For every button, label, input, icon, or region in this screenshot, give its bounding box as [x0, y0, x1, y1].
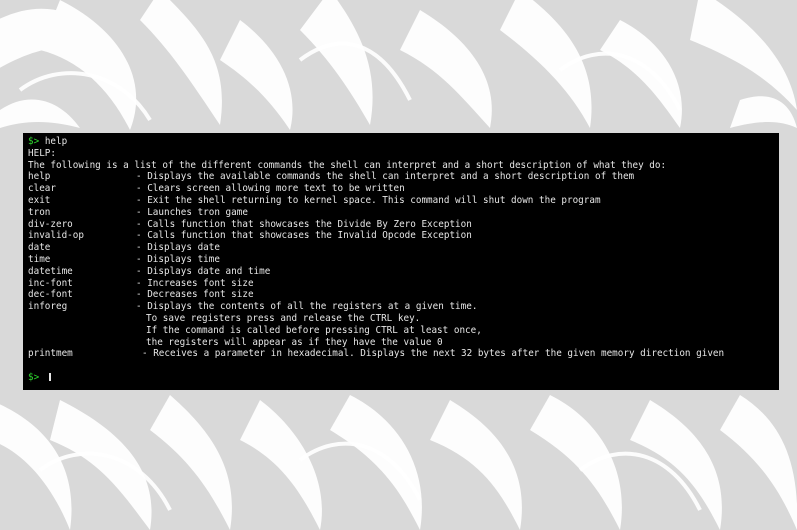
command-name: dec-font	[28, 289, 73, 301]
help-entry-help: help - Displays the available commands th…	[28, 171, 774, 183]
command-name: inc-font	[28, 277, 73, 289]
help-entry-clear: clear - Clears screen allowing more text …	[28, 183, 774, 195]
command-description: - Clears screen allowing more text to be…	[136, 183, 405, 195]
command-name: clear	[28, 183, 56, 195]
command-description: - Exit the shell returning to kernel spa…	[136, 194, 601, 206]
command-name: tron	[28, 206, 51, 218]
entered-command: help	[44, 136, 68, 147]
help-header: HELP:	[28, 147, 56, 159]
inforeg-note-line: If the command is called before pressing…	[146, 324, 482, 336]
inforeg-note-line: the registers will appear as if they hav…	[146, 336, 443, 348]
help-entry-inforeg: inforeg - Displays the contents of all th…	[28, 301, 774, 313]
command-description: - Calls function that showcases the Divi…	[136, 218, 472, 230]
inforeg-note-line: To save registers press and release the …	[146, 312, 421, 324]
command-description: - Displays time	[136, 253, 220, 265]
command-line: $> help	[28, 136, 774, 148]
command-name: printmem	[28, 348, 73, 360]
command-name: date	[28, 242, 51, 254]
text-cursor	[48, 372, 51, 381]
command-name: exit	[28, 194, 51, 206]
command-description: - Displays the contents of all the regis…	[136, 301, 478, 313]
help-entry-datetime: datetime - Displays date and time	[28, 266, 774, 278]
prompt-symbol: $>	[28, 371, 40, 383]
terminal-window[interactable]: $> help HELP: The following is a list of…	[23, 133, 779, 390]
command-description: - Calls function that showcases the Inva…	[136, 230, 472, 242]
command-description: - Displays date and time	[136, 265, 271, 277]
input-line[interactable]: $>	[28, 372, 774, 384]
help-entry-invalid-op: invalid-op - Calls function that showcase…	[28, 230, 774, 242]
command-name: help	[28, 171, 51, 183]
help-entry-time: time - Displays time	[28, 254, 774, 266]
help-intro: The following is a list of the different…	[28, 159, 667, 171]
command-description: - Displays date	[136, 242, 220, 254]
command-name: inforeg	[28, 301, 68, 313]
command-name: datetime	[28, 265, 73, 277]
help-entry-dec-font: dec-font - Decreases font size	[28, 289, 774, 301]
command-name: time	[28, 253, 51, 265]
help-entry-div-zero: div-zero - Calls function that showcases …	[28, 219, 774, 231]
command-name: invalid-op	[28, 230, 84, 242]
help-entry-inc-font: inc-font - Increases font size	[28, 278, 774, 290]
help-entry-date: date - Displays date	[28, 242, 774, 254]
help-entry-tron: tron - Launches tron game	[28, 207, 774, 219]
help-entry-exit: exit - Exit the shell returning to kernel…	[28, 195, 774, 207]
command-description: - Receives a parameter in hexadecimal. D…	[142, 348, 725, 360]
command-description: - Decreases font size	[136, 289, 254, 301]
command-description: - Increases font size	[136, 277, 254, 289]
help-entry-printmem: printmem - Receives a parameter in hexade…	[28, 348, 774, 360]
command-description: - Displays the available commands the sh…	[136, 171, 635, 183]
command-description: - Launches tron game	[136, 206, 248, 218]
command-name: div-zero	[28, 218, 73, 230]
prompt-symbol: $>	[28, 136, 40, 147]
